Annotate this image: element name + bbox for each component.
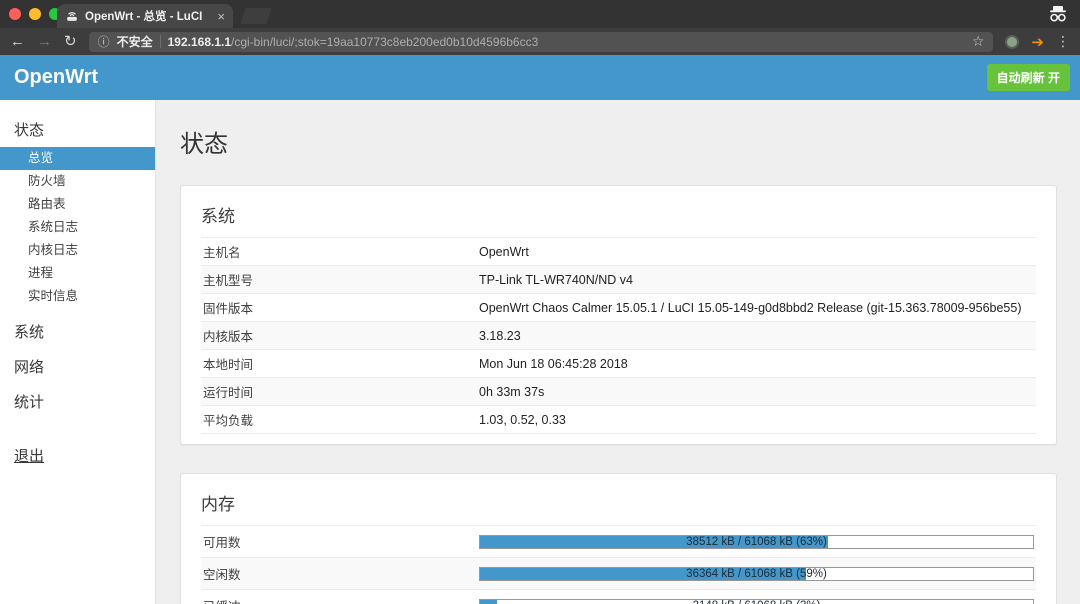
screen: OpenWrt - 总览 - LuCI × ← → ↻ ⓘ 不安全 192.16… [0,0,1080,604]
incognito-icon [1048,5,1068,23]
memory-panel-title: 内存 [201,486,1036,525]
url-path: /cgi-bin/luci/;stok=19aa10773c8eb200ed0b… [231,35,538,49]
memory-table: 可用数 38512 kB / 61068 kB (63%) 空闲数 36364 … [201,525,1036,604]
memory-row-buffered: 已缓冲 2148 kB / 61068 kB (3%) [201,589,1036,604]
new-tab-button[interactable] [240,8,271,24]
row-label: 已缓冲 [201,596,479,604]
tab-close-icon[interactable]: × [217,9,225,24]
extension-circle-icon[interactable] [1005,35,1019,49]
page-body: 状态 总览 防火墙 路由表 系统日志 内核日志 进程 实时信息 系统 网络 统计… [0,100,1080,604]
tab-title: OpenWrt - 总览 - LuCI [85,8,213,24]
system-panel: 系统 主机名 OpenWrt 主机型号 TP-Link TL-WR740N/ND… [180,185,1057,445]
url-text: 192.168.1.1/cgi-bin/luci/;stok=19aa10773… [168,35,539,49]
table-row-kernel: 内核版本 3.18.23 [201,321,1036,349]
sidebar-section-status[interactable]: 状态 [0,112,155,147]
table-row-uptime: 运行时间 0h 33m 37s [201,377,1036,405]
memory-row-free: 空闲数 36364 kB / 61068 kB (59%) [201,557,1036,589]
memory-row-available: 可用数 38512 kB / 61068 kB (63%) [201,525,1036,557]
row-label: 空闲数 [201,564,479,583]
table-row-load-average: 平均负载 1.03, 0.52, 0.33 [201,405,1036,434]
row-value: 1.03, 0.52, 0.33 [479,409,1036,431]
sidebar-item-routes[interactable]: 路由表 [0,193,155,216]
security-label: 不安全 [117,33,153,50]
main-content: 状态 系统 主机名 OpenWrt 主机型号 TP-Link TL-WR740N… [156,100,1080,604]
row-value: 3.18.23 [479,325,1036,347]
system-panel-title: 系统 [201,198,1036,237]
memory-panel: 内存 可用数 38512 kB / 61068 kB (63%) 空闲数 [180,473,1057,604]
minimize-window-button[interactable] [29,8,41,20]
bar-value: 36364 kB / 61068 kB (59%) [480,568,1033,580]
row-value: Mon Jun 18 06:45:28 2018 [479,353,1036,375]
router-favicon-icon [65,9,79,23]
bar-value: 38512 kB / 61068 kB (63%) [480,536,1033,548]
brand-title: OpenWrt [14,66,98,89]
system-table: 主机名 OpenWrt 主机型号 TP-Link TL-WR740N/ND v4… [201,237,1036,434]
reload-icon[interactable]: ↻ [64,34,77,49]
sidebar-item-overview[interactable]: 总览 [0,147,155,170]
omnibox-divider [160,35,161,48]
window-controls [9,8,61,20]
browser-tab-strip: OpenWrt - 总览 - LuCI × [0,0,1080,28]
sidebar: 状态 总览 防火墙 路由表 系统日志 内核日志 进程 实时信息 系统 网络 统计… [0,100,156,604]
info-icon[interactable]: ⓘ [98,33,110,50]
memory-available-bar: 38512 kB / 61068 kB (63%) [479,535,1034,549]
sidebar-item-system-log[interactable]: 系统日志 [0,216,155,239]
memory-free-bar: 36364 kB / 61068 kB (59%) [479,567,1034,581]
row-label: 本地时间 [201,350,479,377]
sidebar-section-statistics[interactable]: 统计 [0,384,155,419]
sidebar-section-network[interactable]: 网络 [0,349,155,384]
sidebar-item-realtime[interactable]: 实时信息 [0,285,155,308]
table-row-hostname: 主机名 OpenWrt [201,237,1036,265]
logout-link[interactable]: 退出 [0,445,155,466]
bar-value: 2148 kB / 61068 kB (3%) [480,600,1033,604]
row-value: OpenWrt Chaos Calmer 15.05.1 / LuCI 15.0… [479,297,1036,319]
row-value: TP-Link TL-WR740N/ND v4 [479,269,1036,291]
page-title: 状态 [180,124,1057,159]
url-host: 192.168.1.1 [168,35,231,49]
row-value: 0h 33m 37s [479,381,1036,403]
sidebar-item-kernel-log[interactable]: 内核日志 [0,239,155,262]
row-value: OpenWrt [479,241,1036,263]
row-label: 内核版本 [201,322,479,349]
row-label: 可用数 [201,532,479,551]
table-row-local-time: 本地时间 Mon Jun 18 06:45:28 2018 [201,349,1036,377]
browser-address-bar: ← → ↻ ⓘ 不安全 192.168.1.1/cgi-bin/luci/;st… [0,28,1080,55]
back-icon[interactable]: ← [10,34,25,49]
luci-header: OpenWrt 自动刷新 开 [0,55,1080,100]
bookmark-star-icon[interactable]: ☆ [972,33,985,50]
forward-icon[interactable]: → [37,34,52,49]
memory-buffered-bar: 2148 kB / 61068 kB (3%) [479,599,1034,604]
table-row-firmware: 固件版本 OpenWrt Chaos Calmer 15.05.1 / LuCI… [201,293,1036,321]
row-label: 固件版本 [201,294,479,321]
row-label: 主机名 [201,238,479,265]
row-label: 主机型号 [201,266,479,293]
auto-refresh-toggle[interactable]: 自动刷新 开 [987,64,1070,91]
row-label: 运行时间 [201,378,479,405]
sidebar-section-system[interactable]: 系统 [0,314,155,349]
url-input[interactable]: ⓘ 不安全 192.168.1.1/cgi-bin/luci/;stok=19a… [89,32,994,52]
table-row-model: 主机型号 TP-Link TL-WR740N/ND v4 [201,265,1036,293]
close-window-button[interactable] [9,8,21,20]
browser-menu-icon[interactable]: ⋮ [1056,33,1070,50]
row-label: 平均负载 [201,406,479,433]
sidebar-item-processes[interactable]: 进程 [0,262,155,285]
proxy-arrow-extension-icon[interactable]: ➔ [1031,33,1044,51]
browser-tab[interactable]: OpenWrt - 总览 - LuCI × [57,4,233,28]
sidebar-item-firewall[interactable]: 防火墙 [0,170,155,193]
